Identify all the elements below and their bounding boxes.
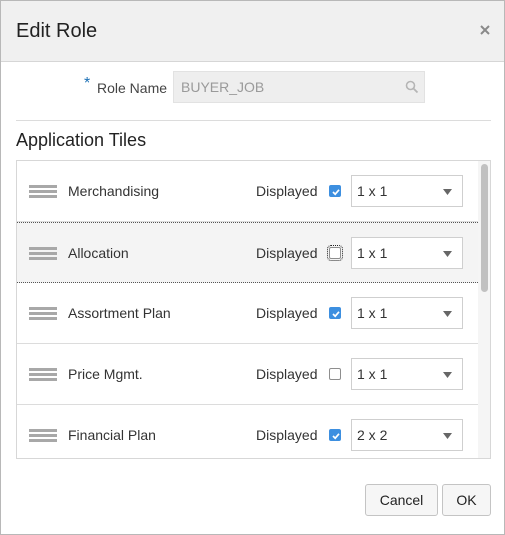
displayed-checkbox[interactable] <box>329 307 341 319</box>
displayed-label: Displayed <box>256 305 318 321</box>
drag-handle-icon[interactable] <box>29 307 57 321</box>
tile-name: Financial Plan <box>68 427 156 443</box>
tile-row[interactable]: Assortment Plan Displayed 1 x 1 <box>17 283 478 344</box>
chevron-down-icon <box>443 251 452 257</box>
tile-size-value: 1 x 1 <box>357 305 388 321</box>
tile-name: Assortment Plan <box>68 305 171 321</box>
tile-size-select[interactable]: 2 x 2 <box>351 419 463 451</box>
ok-button[interactable]: OK <box>442 484 491 516</box>
tile-name: Merchandising <box>68 183 160 199</box>
displayed-checkbox[interactable] <box>327 245 343 261</box>
scrollbar-thumb[interactable] <box>481 164 488 292</box>
tile-size-select[interactable]: 1 x 1 <box>351 358 463 390</box>
dialog-titlebar: Edit Role <box>1 1 504 62</box>
drag-handle-icon[interactable] <box>29 368 57 382</box>
tile-row[interactable]: Merchandising Displayed 1 x 1 <box>17 161 478 222</box>
tiles-list: Merchandising Displayed 1 x 1 Allocation Dis… <box>16 160 491 459</box>
tile-size-select[interactable]: 1 x 1 <box>351 237 463 269</box>
tile-size-value: 1 x 1 <box>357 366 388 382</box>
tile-size-select[interactable]: 1 x 1 <box>351 175 463 207</box>
divider <box>16 120 491 121</box>
cancel-button[interactable]: Cancel <box>365 484 438 516</box>
chevron-down-icon <box>443 433 452 439</box>
required-marker: * <box>84 75 91 92</box>
displayed-checkbox[interactable] <box>329 429 341 441</box>
displayed-label: Displayed <box>256 427 318 443</box>
drag-handle-icon[interactable] <box>29 429 57 443</box>
checkmark-icon <box>332 433 340 440</box>
role-name-label: Role Name <box>97 80 168 96</box>
chevron-down-icon <box>443 311 452 317</box>
search-icon[interactable] <box>405 80 419 94</box>
checkmark-icon <box>332 311 340 318</box>
tile-size-value: 1 x 1 <box>357 183 388 199</box>
checkmark-icon <box>332 189 340 196</box>
tile-name: Allocation <box>68 245 129 261</box>
role-name-field[interactable]: BUYER_JOB <box>173 71 425 103</box>
section-title: Application Tiles <box>16 130 147 150</box>
dialog-title: Edit Role <box>16 20 98 42</box>
drag-handle-icon[interactable] <box>29 247 57 261</box>
displayed-checkbox[interactable] <box>329 368 341 380</box>
displayed-label: Displayed <box>256 183 318 199</box>
displayed-label: Displayed <box>256 366 318 382</box>
edit-role-dialog: Edit Role * Role Name BUYER_JOB Applicat… <box>0 0 505 535</box>
scrollbar[interactable] <box>478 161 490 458</box>
close-icon[interactable] <box>478 23 492 37</box>
chevron-down-icon <box>443 189 452 195</box>
tile-size-value: 2 x 2 <box>357 427 388 443</box>
tile-size-value: 1 x 1 <box>357 245 388 261</box>
role-name-row: * Role Name BUYER_JOB <box>1 69 504 103</box>
drag-handle-icon[interactable] <box>29 185 57 199</box>
displayed-checkbox[interactable] <box>329 185 341 197</box>
chevron-down-icon <box>443 372 452 378</box>
displayed-label: Displayed <box>256 245 318 261</box>
tile-row[interactable]: Allocation Displayed 1 x 1 <box>17 222 478 283</box>
tile-name: Price Mgmt. <box>68 366 143 382</box>
tile-size-select[interactable]: 1 x 1 <box>351 297 463 329</box>
tile-row[interactable]: Financial Plan Displayed 2 x 2 <box>17 405 478 458</box>
tile-row[interactable]: Price Mgmt. Displayed 1 x 1 <box>17 344 478 405</box>
